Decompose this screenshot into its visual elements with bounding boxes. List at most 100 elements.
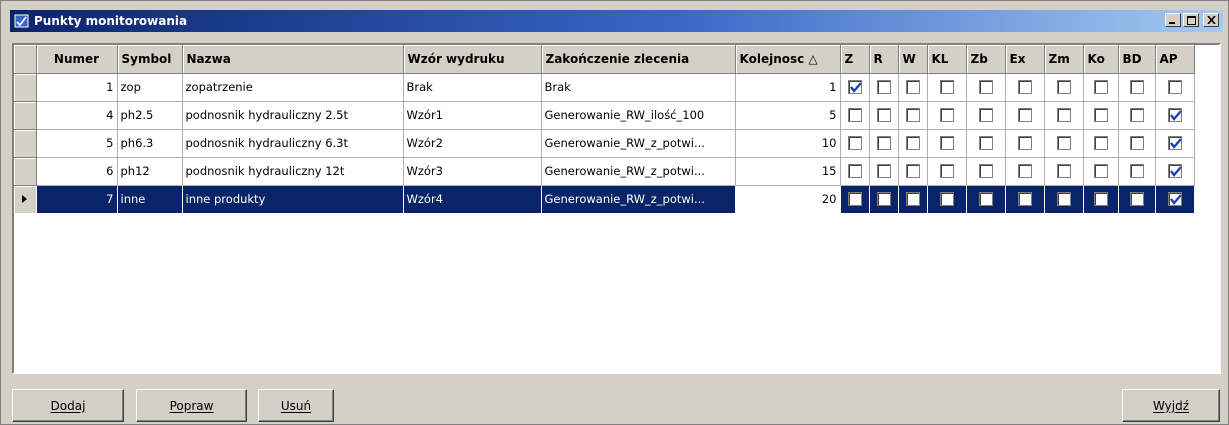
checkbox-ap[interactable] <box>1167 80 1182 95</box>
checkbox-kl[interactable] <box>939 108 954 123</box>
exit-button[interactable]: Wyjdź <box>1122 389 1220 422</box>
symbol-cell[interactable]: ph2.5 <box>117 101 183 130</box>
col-header-bd[interactable]: BD <box>1118 45 1156 74</box>
checkbox-zm[interactable] <box>1056 164 1071 179</box>
edit-button[interactable]: Popraw <box>136 389 247 422</box>
checkbox-ko[interactable] <box>1093 80 1108 95</box>
kolejnosc-cell[interactable]: 15 <box>735 157 841 186</box>
col-header-r[interactable]: R <box>869 45 899 74</box>
checkbox-zb[interactable] <box>978 164 993 179</box>
checkbox-r[interactable] <box>876 136 891 151</box>
checkbox-ap[interactable] <box>1167 108 1182 123</box>
row-indicator[interactable] <box>14 185 37 214</box>
checkbox-zb[interactable] <box>978 108 993 123</box>
zakonczenie-cell[interactable]: Generowanie_RW_z_potwi... <box>541 129 736 158</box>
symbol-cell[interactable]: ph6.3 <box>117 129 183 158</box>
maximize-button[interactable] <box>1183 13 1199 27</box>
table-row[interactable]: 6 ph12 podnosnik hydrauliczny 12t Wzór3 Gene… <box>14 157 1195 186</box>
nazwa-cell[interactable]: inne produkty <box>182 185 404 214</box>
numer-cell[interactable]: 5 <box>36 129 118 158</box>
checkbox-w[interactable] <box>905 164 920 179</box>
checkbox-kl[interactable] <box>939 136 954 151</box>
title-bar[interactable]: Punkty monitorowania <box>10 10 1223 32</box>
table-row[interactable]: 4 ph2.5 podnosnik hydrauliczny 2.5t Wzór1 Ge… <box>14 101 1195 130</box>
checkbox-bd[interactable] <box>1129 164 1144 179</box>
checkbox-ko[interactable] <box>1093 192 1108 207</box>
checkbox-w[interactable] <box>905 80 920 95</box>
checkbox-zm[interactable] <box>1056 80 1071 95</box>
zakonczenie-cell[interactable]: Generowanie_RW_z_potwi... <box>541 185 736 214</box>
checkbox-zb[interactable] <box>978 192 993 207</box>
kolejnosc-cell[interactable]: 5 <box>735 101 841 130</box>
checkbox-w[interactable] <box>905 192 920 207</box>
wzor-cell[interactable]: Wzór3 <box>403 157 542 186</box>
checkbox-kl[interactable] <box>939 80 954 95</box>
checkbox-zb[interactable] <box>978 80 993 95</box>
checkbox-r[interactable] <box>876 192 891 207</box>
col-header-numer[interactable]: Numer <box>36 45 118 74</box>
col-header-ex[interactable]: Ex <box>1005 45 1045 74</box>
checkbox-bd[interactable] <box>1129 192 1144 207</box>
col-header-nazwa[interactable]: Nazwa <box>182 45 404 74</box>
checkbox-z[interactable] <box>847 108 862 123</box>
checkbox-ex[interactable] <box>1017 192 1032 207</box>
kolejnosc-cell[interactable]: 10 <box>735 129 841 158</box>
checkbox-bd[interactable] <box>1129 80 1144 95</box>
checkbox-ap[interactable] <box>1167 192 1182 207</box>
numer-cell[interactable]: 1 <box>36 73 118 102</box>
checkbox-w[interactable] <box>905 108 920 123</box>
row-indicator[interactable] <box>14 129 37 158</box>
numer-cell[interactable]: 6 <box>36 157 118 186</box>
table-row[interactable]: 5 ph6.3 podnosnik hydrauliczny 6.3t Wzór2 Ge… <box>14 129 1195 158</box>
col-header-zm[interactable]: Zm <box>1044 45 1084 74</box>
zakonczenie-cell[interactable]: Generowanie_RW_z_potwi... <box>541 157 736 186</box>
row-indicator[interactable] <box>14 101 37 130</box>
col-header-ko[interactable]: Ko <box>1083 45 1119 74</box>
checkbox-zm[interactable] <box>1056 136 1071 151</box>
col-header-w[interactable]: W <box>898 45 928 74</box>
nazwa-cell[interactable]: zopatrzenie <box>182 73 404 102</box>
checkbox-bd[interactable] <box>1129 136 1144 151</box>
symbol-cell[interactable]: zop <box>117 73 183 102</box>
checkbox-kl[interactable] <box>939 192 954 207</box>
col-header-kolejnosc[interactable]: Kolejnosc △ <box>735 45 841 74</box>
checkbox-ko[interactable] <box>1093 136 1108 151</box>
zakonczenie-cell[interactable]: Brak <box>541 73 736 102</box>
table-row[interactable]: 1 zop zopatrzenie Brak Brak 1 <box>14 73 1195 102</box>
checkbox-ex[interactable] <box>1017 164 1032 179</box>
col-header-ap[interactable]: AP <box>1155 45 1195 74</box>
zakonczenie-cell[interactable]: Generowanie_RW_ilość_100 <box>541 101 736 130</box>
checkbox-z[interactable] <box>847 136 862 151</box>
checkbox-kl[interactable] <box>939 164 954 179</box>
row-indicator[interactable] <box>14 73 37 102</box>
minimize-button[interactable] <box>1165 13 1181 27</box>
col-header-kl[interactable]: KL <box>927 45 967 74</box>
row-indicator[interactable] <box>14 157 37 186</box>
nazwa-cell[interactable]: podnosnik hydrauliczny 12t <box>182 157 404 186</box>
wzor-cell[interactable]: Brak <box>403 73 542 102</box>
symbol-cell[interactable]: ph12 <box>117 157 183 186</box>
col-header-zb[interactable]: Zb <box>966 45 1006 74</box>
data-grid[interactable]: Numer Symbol Nazwa Wzór wydruku Zakończe… <box>12 43 1221 374</box>
table-row[interactable]: 7 inne inne produkty Wzór4 Generowanie_RW_z_… <box>14 185 1195 214</box>
close-button[interactable] <box>1203 13 1219 27</box>
numer-cell[interactable]: 4 <box>36 101 118 130</box>
col-header-zakonczenie[interactable]: Zakończenie zlecenia <box>541 45 736 74</box>
checkbox-z[interactable] <box>847 80 862 95</box>
checkbox-bd[interactable] <box>1129 108 1144 123</box>
checkbox-ex[interactable] <box>1017 80 1032 95</box>
symbol-cell[interactable]: inne <box>117 185 183 214</box>
checkbox-zm[interactable] <box>1056 192 1071 207</box>
kolejnosc-cell[interactable]: 20 <box>735 185 841 214</box>
checkbox-r[interactable] <box>876 80 891 95</box>
checkbox-ko[interactable] <box>1093 108 1108 123</box>
wzor-cell[interactable]: Wzór1 <box>403 101 542 130</box>
nazwa-cell[interactable]: podnosnik hydrauliczny 6.3t <box>182 129 404 158</box>
add-button[interactable]: Dodaj <box>12 389 124 422</box>
wzor-cell[interactable]: Wzór4 <box>403 185 542 214</box>
checkbox-ex[interactable] <box>1017 108 1032 123</box>
col-header-z[interactable]: Z <box>840 45 870 74</box>
checkbox-ex[interactable] <box>1017 136 1032 151</box>
nazwa-cell[interactable]: podnosnik hydrauliczny 2.5t <box>182 101 404 130</box>
checkbox-ap[interactable] <box>1167 136 1182 151</box>
